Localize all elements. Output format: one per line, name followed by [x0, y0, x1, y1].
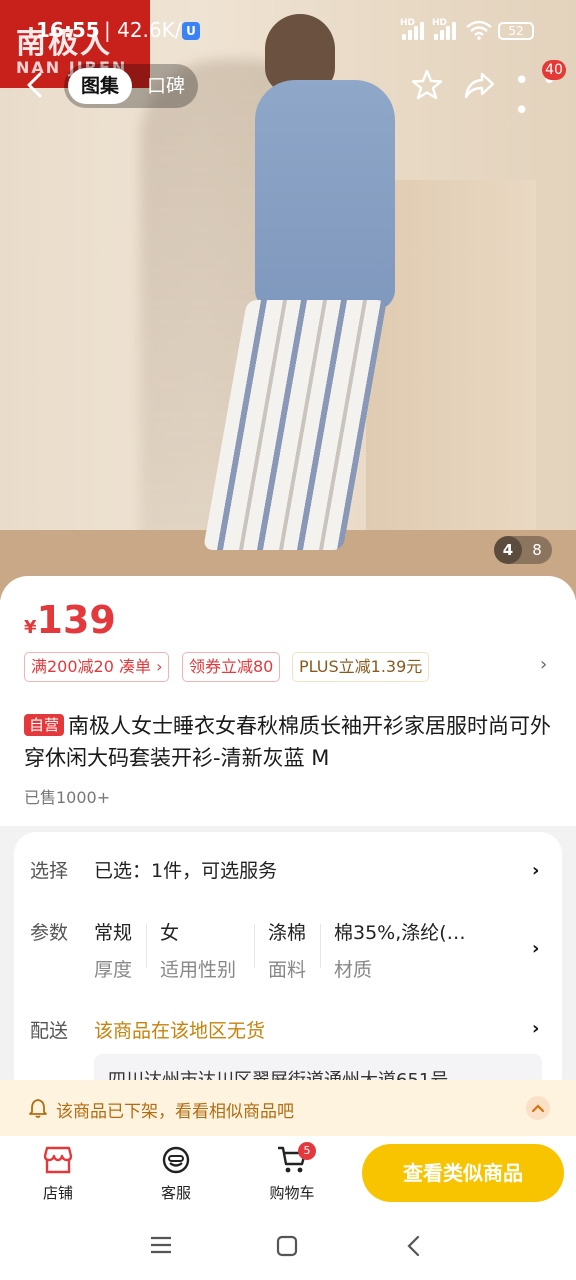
divider	[320, 924, 321, 968]
gallery-total-count: 8	[532, 541, 542, 559]
param-item: 常规 厚度	[94, 918, 132, 982]
gallery-tab-switch: 图集 口碑	[64, 64, 198, 108]
divider	[146, 924, 147, 968]
price-value: 139	[36, 598, 116, 642]
status-network-speed: | 42.6K/s	[104, 18, 192, 42]
param-key: 适用性别	[160, 959, 237, 981]
shop-label: 店铺	[42, 1184, 73, 1202]
back-nav-icon[interactable]	[402, 1234, 432, 1260]
app-notification-icon: U	[182, 22, 200, 40]
cart-label: 购物车	[269, 1184, 315, 1202]
cart-count-badge: 5	[298, 1142, 316, 1160]
favorite-star-icon[interactable]	[410, 68, 446, 104]
bottom-action-bar: 店铺 客服 5 购物车 查看类似商品	[0, 1136, 576, 1214]
top-nav: 图集 口碑 • • • 40	[0, 60, 576, 126]
param-value: 女	[160, 922, 180, 944]
model-pajama-top	[255, 80, 395, 310]
divider	[254, 924, 255, 968]
status-time: 16:55	[36, 18, 100, 42]
param-key: 材质	[334, 959, 373, 981]
chevron-right-icon[interactable]: ›	[540, 654, 547, 675]
delivery-label: 配送	[30, 1020, 69, 1042]
product-title: 自营 南极人女士睡衣女春秋棉质长袖开衫家居服时尚可外穿休闲大码套装开衫-清新灰蓝 …	[24, 710, 554, 774]
wifi-icon	[466, 20, 492, 45]
chevron-right-icon[interactable]: ›	[532, 1018, 539, 1039]
delivery-status: 该商品在该地区无货	[94, 1020, 266, 1042]
param-key: 厚度	[94, 959, 133, 981]
promo-coupon[interactable]: 领券立减80	[182, 652, 281, 682]
params-label: 参数	[30, 922, 69, 944]
gallery-current-index: 4	[494, 536, 522, 564]
shop-icon	[43, 1146, 73, 1174]
select-value: 已选：1件，可选服务	[94, 860, 278, 882]
status-bar: 16:55 | 42.6K/s U HD HD 52	[0, 16, 576, 48]
param-item: 涤棉 面料	[268, 918, 306, 982]
param-value: 涤棉	[268, 922, 307, 944]
gallery-pager: 4 8	[494, 536, 552, 564]
cart-button[interactable]: 5 购物车	[252, 1142, 332, 1203]
promo-plus[interactable]: PLUS立减1.39元	[292, 652, 430, 682]
back-button[interactable]	[22, 70, 52, 100]
notice-text: 该商品已下架，看看相似商品吧	[56, 1102, 294, 1122]
bell-icon	[28, 1098, 48, 1118]
promo-full-reduction[interactable]: 满200减20 凑单 ›	[24, 652, 170, 682]
select-label: 选择	[30, 860, 69, 882]
sold-count: 已售1000+	[24, 788, 111, 807]
chevron-right-icon[interactable]: ›	[532, 860, 539, 881]
product-title-text: 南极人女士睡衣女春秋棉质长袖开衫家居服时尚可外穿休闲大码套装开衫-清新灰蓝 M	[24, 714, 552, 770]
signal-icon	[402, 22, 428, 40]
price-currency: ¥	[24, 617, 37, 638]
system-nav-bar	[0, 1214, 576, 1280]
customer-service-button[interactable]: 客服	[136, 1144, 216, 1203]
price: ¥139	[24, 598, 116, 642]
home-icon[interactable]	[274, 1234, 304, 1260]
tab-reviews[interactable]: 口碑	[138, 68, 194, 104]
menu-icon[interactable]	[148, 1234, 178, 1260]
delisted-notice[interactable]: 该商品已下架，看看相似商品吧	[0, 1080, 576, 1136]
promo-row[interactable]: 满200减20 凑单 › 领券立减80 PLUS立减1.39元 ›	[24, 652, 564, 682]
param-value: 常规	[94, 922, 133, 944]
more-menu-badge: 40	[542, 60, 566, 80]
chevron-up-icon[interactable]	[526, 1096, 550, 1120]
param-value: 棉35%,涤纶(…	[334, 922, 466, 944]
view-similar-button[interactable]: 查看类似商品	[362, 1144, 564, 1202]
battery-icon: 52	[498, 22, 534, 40]
param-item: 棉35%,涤纶(… 材质	[334, 918, 466, 982]
shop-button[interactable]: 店铺	[18, 1144, 98, 1203]
product-info-card: ¥139 满200减20 凑单 › 领券立减80 PLUS立减1.39元 › 自…	[0, 576, 576, 826]
share-icon[interactable]	[462, 68, 498, 104]
customer-service-label: 客服	[160, 1184, 191, 1202]
param-item: 女 适用性别	[160, 918, 236, 982]
chevron-right-icon[interactable]: ›	[532, 938, 539, 959]
self-operated-badge: 自营	[24, 714, 65, 736]
param-key: 面料	[268, 959, 307, 981]
signal-icon	[434, 22, 460, 40]
tab-gallery[interactable]: 图集	[68, 68, 132, 104]
customer-service-icon	[162, 1146, 190, 1174]
